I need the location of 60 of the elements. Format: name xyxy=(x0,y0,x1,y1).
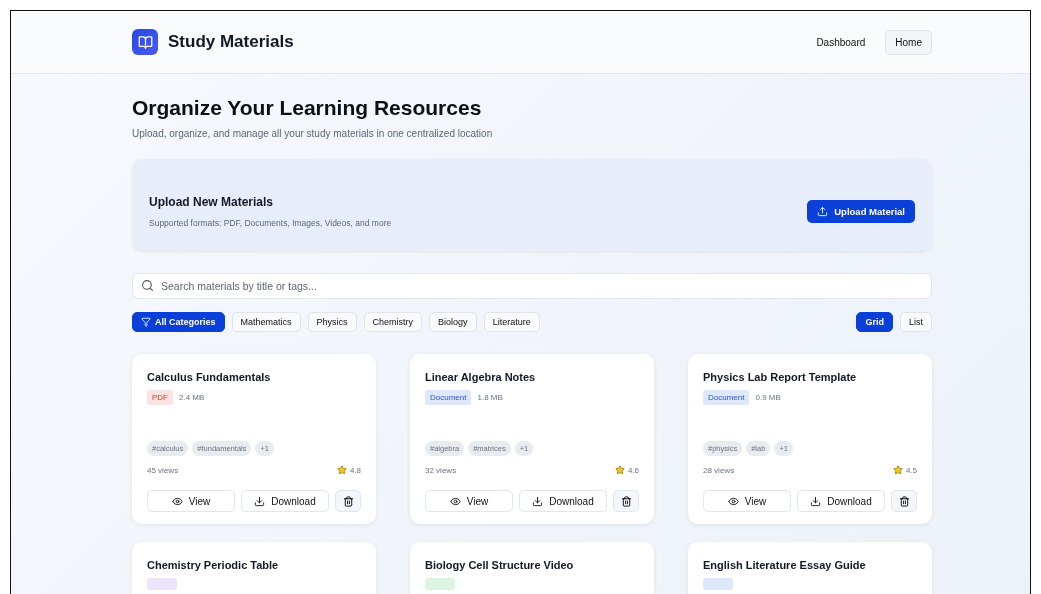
download-icon xyxy=(532,495,544,507)
star-icon xyxy=(892,465,903,475)
view-toggle[interactable]: Grid xyxy=(856,312,893,332)
delete-button[interactable] xyxy=(335,490,361,512)
view-button[interactable]: View xyxy=(703,490,791,512)
delete-button[interactable] xyxy=(613,490,639,512)
type-badge: Document xyxy=(425,390,472,405)
upload-button[interactable]: Upload Material xyxy=(807,199,915,223)
material-title: Linear Algebra Notes xyxy=(425,371,537,383)
star-icon xyxy=(614,465,625,475)
material-title: English Literature Essay Guide xyxy=(703,559,867,571)
view-toggle[interactable]: List xyxy=(900,312,932,332)
upload-title: Upload New Materials xyxy=(149,194,275,209)
eye-icon xyxy=(449,495,461,507)
eye-icon xyxy=(727,495,739,507)
rating: 4.8 xyxy=(336,465,361,475)
trash-icon xyxy=(620,495,632,507)
view-count: 28 views xyxy=(703,465,735,475)
rating: 4.5 xyxy=(892,465,917,475)
nav-button[interactable]: Dashboard xyxy=(806,29,876,55)
download-button[interactable]: Download xyxy=(241,490,329,512)
material-title: Physics Lab Report Template xyxy=(703,371,858,383)
download-icon xyxy=(810,495,822,507)
page-heading: Organize Your Learning Resources xyxy=(132,96,483,120)
star-icon xyxy=(336,465,347,475)
view-button[interactable]: View xyxy=(425,490,513,512)
category-chip[interactable]: Biology xyxy=(429,312,477,332)
file-size: 2.4 MB xyxy=(179,393,205,402)
book-logo-icon xyxy=(132,29,158,55)
trash-icon xyxy=(342,495,354,507)
download-button[interactable]: Download xyxy=(519,490,607,512)
app-title: Study Materials xyxy=(168,32,294,52)
type-badge: Document xyxy=(703,390,750,405)
file-size: 0.9 MB xyxy=(755,393,781,402)
page-subtitle: Upload, organize, and manage all your study materials in one centralized location xyxy=(132,128,494,139)
material-title: Biology Cell Structure Video xyxy=(425,559,575,571)
upload-icon xyxy=(817,205,829,217)
category-chip[interactable]: All Categories xyxy=(132,312,225,332)
nav-button[interactable]: Home xyxy=(885,29,932,55)
delete-button[interactable] xyxy=(891,490,917,512)
download-icon xyxy=(254,495,266,507)
view-count: 32 views xyxy=(425,465,457,475)
material-title: Calculus Fundamentals xyxy=(147,371,272,383)
file-size: 1.8 MB xyxy=(477,393,503,402)
upload-formats: Supported formats: PDF, Documents, Images, Videos, and more xyxy=(149,217,392,228)
category-chip[interactable]: Mathematics xyxy=(231,312,301,332)
search-icon xyxy=(141,279,154,292)
eye-icon xyxy=(171,495,183,507)
material-title: Chemistry Periodic Table xyxy=(147,559,280,571)
trash-icon xyxy=(898,495,910,507)
download-button[interactable]: Download xyxy=(797,490,885,512)
category-chip[interactable]: Physics xyxy=(307,312,357,332)
filter-icon xyxy=(141,317,151,327)
view-button[interactable]: View xyxy=(147,490,235,512)
category-chip[interactable]: Chemistry xyxy=(363,312,423,332)
type-badge: PDF xyxy=(147,390,173,405)
rating: 4.6 xyxy=(614,465,639,475)
category-chip[interactable]: Literature xyxy=(483,312,540,332)
view-count: 45 views xyxy=(147,465,179,475)
search-field[interactable]: Search materials by title or tags... xyxy=(132,273,932,299)
